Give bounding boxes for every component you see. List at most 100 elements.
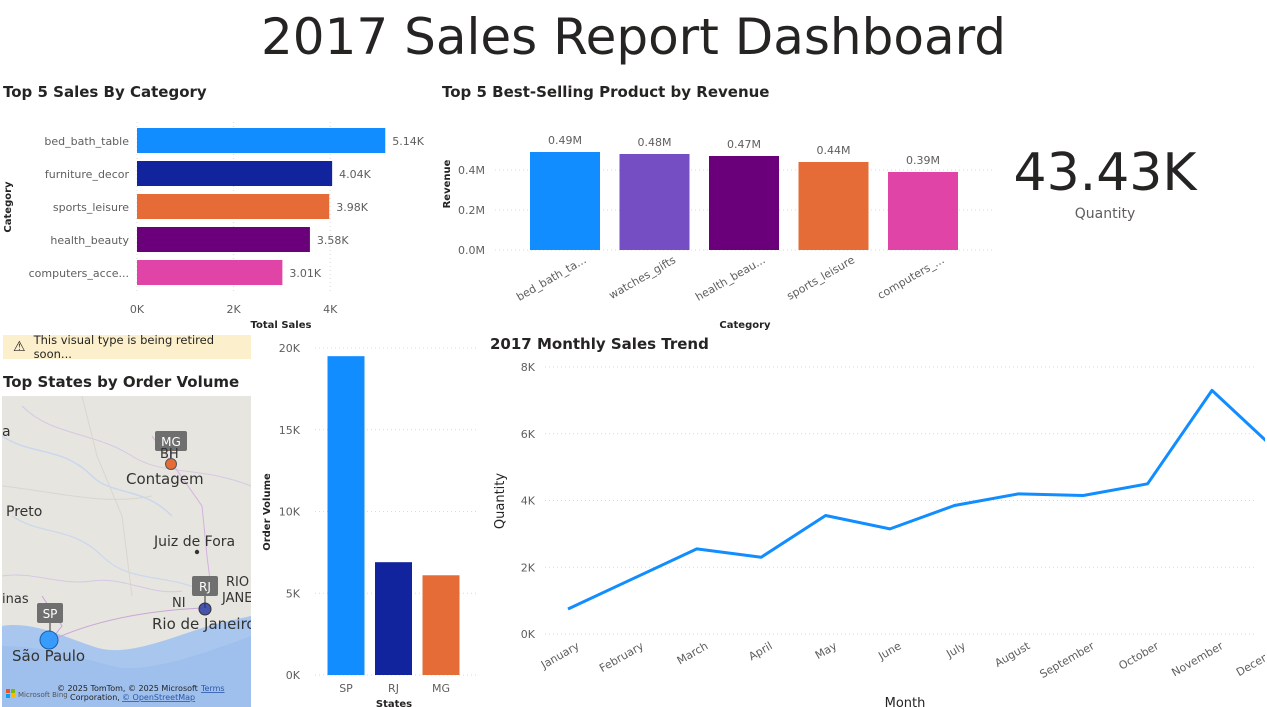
x-tick-label: September: [1038, 639, 1098, 681]
bar[interactable]: [709, 156, 779, 250]
data-label: 0.47M: [727, 138, 761, 151]
product-chart-title: Top 5 Best-Selling Product by Revenue: [442, 83, 770, 101]
x-axis-title: Category: [719, 320, 771, 331]
map-marker-mg[interactable]: [165, 458, 177, 470]
y-axis-title: Category: [3, 181, 14, 233]
bar[interactable]: [137, 194, 330, 219]
x-tick-label: January: [538, 639, 582, 672]
category-label: bed_bath_ta...: [514, 253, 588, 303]
map-badge-rj-label: RJ: [199, 580, 211, 594]
y-tick-label: 2K: [521, 561, 536, 574]
category-label: health_beauty: [50, 234, 129, 247]
category-label: computers_acce...: [29, 267, 129, 280]
map-city-rio: RIO: [226, 575, 249, 590]
states-map[interactable]: MG BH Contagem Preto Juiz de Fora RJ RIO…: [2, 396, 251, 707]
data-point[interactable]: [952, 504, 956, 508]
data-point[interactable]: [1081, 493, 1085, 497]
y-axis-title: Order Volume: [262, 473, 273, 551]
x-tick-label: March: [675, 639, 711, 667]
kpi-value: 43.43K: [1013, 143, 1197, 203]
category-label: bed_bath_table: [44, 135, 129, 148]
kpi-label: Quantity: [1074, 206, 1136, 222]
y-axis-title: Quantity: [493, 473, 508, 529]
x-tick-label: August: [992, 639, 1032, 670]
y-tick-label: 4K: [521, 495, 536, 508]
category-label: MG: [432, 682, 450, 695]
category-label: sports_leisure: [53, 201, 129, 214]
bar[interactable]: [137, 227, 310, 252]
data-label: 4.04K: [339, 168, 371, 181]
data-point[interactable]: [759, 555, 763, 559]
product-bar-chart[interactable]: 0.0M 0.2M 0.4M 0.49M bed_bath_ta... 0.48M watc…: [435, 110, 1005, 335]
data-point[interactable]: [566, 607, 570, 611]
bar[interactable]: [888, 172, 958, 250]
map-badge-sp-label: SP: [43, 607, 58, 621]
map-city-jane: JANE: [221, 591, 251, 606]
y-tick-label: 15K: [279, 424, 301, 437]
map-city-sao-paulo: São Paulo: [12, 647, 85, 665]
category-label: sports_leisure: [785, 253, 858, 302]
x-tick-label: June: [875, 639, 903, 663]
map-city-contagem: Contagem: [126, 470, 204, 488]
data-label: 5.14K: [392, 135, 424, 148]
category-label: furniture_decor: [45, 168, 130, 181]
warning-triangle-icon: ⚠: [13, 339, 26, 355]
bar[interactable]: [137, 260, 283, 285]
x-tick-label: December: [1234, 639, 1265, 679]
category-chart-title: Top 5 Sales By Category: [3, 83, 207, 101]
map-attribution-osm-link[interactable]: © OpenStreetMap: [122, 693, 195, 702]
bar[interactable]: [375, 562, 412, 675]
map-attribution-line1: © 2025 TomTom, © 2025 Microsoft: [57, 684, 198, 693]
data-point[interactable]: [695, 547, 699, 551]
data-point[interactable]: [824, 514, 828, 518]
map-marker-rj[interactable]: [198, 602, 212, 616]
data-point[interactable]: [1017, 492, 1021, 496]
states-bar-chart[interactable]: 0K 5K 10K 15K 20K SP RJ MG States Order Volume: [255, 335, 480, 707]
warning-text: This visual type is being retired soon..…: [33, 333, 215, 361]
bar[interactable]: [530, 152, 600, 250]
data-point[interactable]: [1210, 388, 1214, 392]
category-label: SP: [339, 682, 353, 695]
x-tick-label: 2K: [226, 303, 241, 316]
data-point[interactable]: [630, 577, 634, 581]
bar[interactable]: [137, 161, 333, 186]
bar[interactable]: [327, 356, 365, 675]
x-tick-label: May: [813, 639, 840, 662]
data-label: 3.01K: [289, 267, 321, 280]
map-city-rio-de-janeiro: Rio de Janeiro: [152, 615, 251, 633]
x-axis-title: States: [376, 699, 412, 707]
monthly-line-chart[interactable]: 0K 2K 4K 6K 8K January February March April May Ju…: [485, 355, 1265, 707]
data-label: 0.44M: [817, 144, 851, 157]
bar[interactable]: [619, 154, 690, 250]
category-bar-chart[interactable]: 0K 2K 4K bed_bath_table 5.14K furniture_decor…: [0, 110, 430, 335]
page-title: 2017 Sales Report Dashboard: [260, 8, 1007, 66]
x-axis-title: Month: [885, 696, 926, 707]
bar[interactable]: [798, 162, 869, 250]
bar[interactable]: [422, 575, 460, 675]
data-label: 3.58K: [317, 234, 349, 247]
y-tick-label: 20K: [279, 342, 301, 355]
x-tick-label: February: [597, 639, 646, 675]
map-canvas: MG BH Contagem Preto Juiz de Fora RJ RIO…: [2, 396, 251, 707]
data-label: 0.39M: [906, 154, 940, 167]
y-tick-label: 5K: [286, 587, 301, 600]
map-city-inas: inas: [2, 592, 29, 607]
map-city-a: a: [2, 424, 11, 440]
map-terms-link[interactable]: Terms: [200, 684, 225, 693]
x-tick-label: 0K: [130, 303, 145, 316]
map-attribution-line2a: Corporation,: [70, 693, 120, 702]
bar[interactable]: [137, 128, 386, 153]
map-city-juiz-de-fora: Juiz de Fora: [153, 534, 235, 550]
x-tick-label: July: [943, 639, 968, 661]
y-tick-label: 8K: [521, 361, 536, 374]
data-point[interactable]: [1146, 482, 1150, 486]
retirement-warning-banner[interactable]: ⚠ This visual type is being retired soon…: [3, 333, 251, 361]
y-tick-label: 6K: [521, 428, 536, 441]
category-label: computers_...: [875, 253, 946, 302]
y-tick-label: 0.0M: [458, 244, 485, 257]
y-tick-label: 0.4M: [458, 164, 485, 177]
data-label: 0.48M: [638, 136, 672, 149]
data-point[interactable]: [888, 527, 892, 531]
category-label: RJ: [388, 682, 399, 695]
category-label: health_beau...: [693, 253, 767, 303]
